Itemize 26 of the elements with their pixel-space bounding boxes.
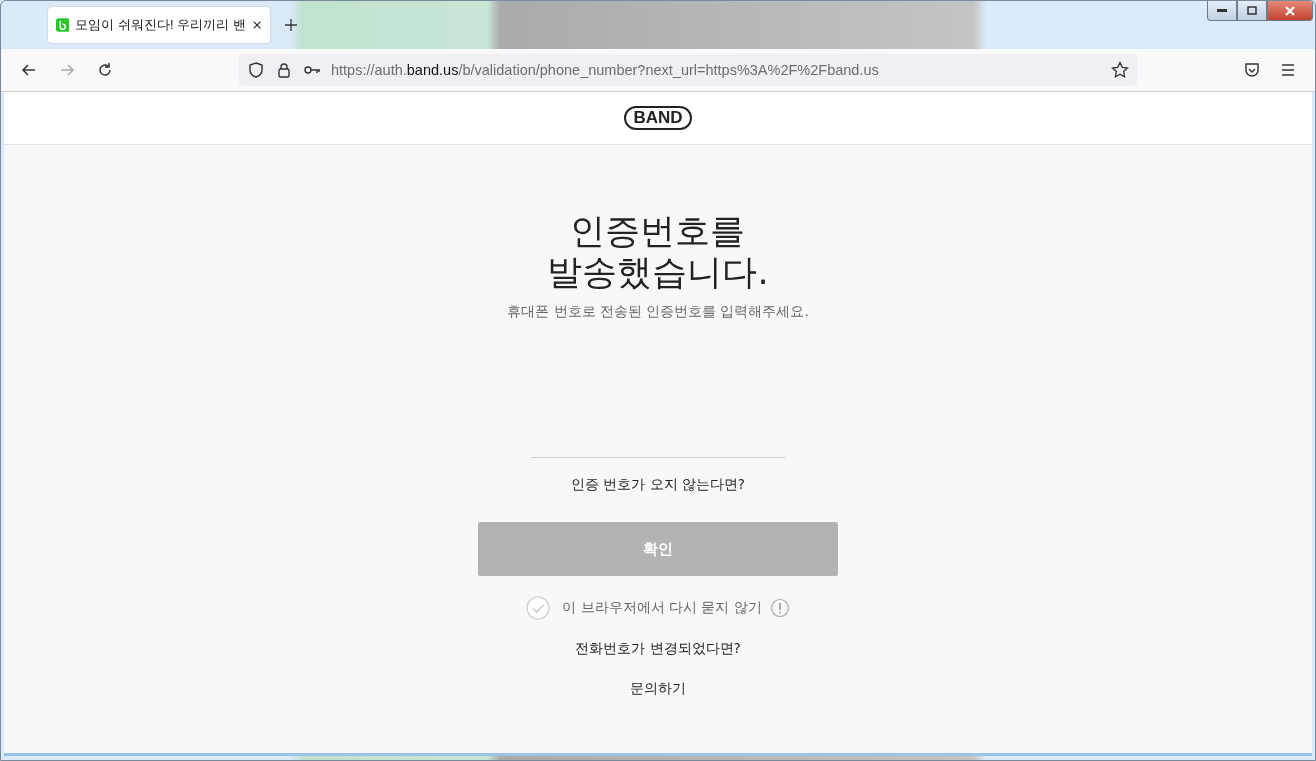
- maximize-icon: [1247, 6, 1257, 15]
- tab-title: 모임이 쉬워진다! 우리끼리 밴: [75, 16, 246, 34]
- minimize-button[interactable]: [1207, 1, 1237, 21]
- close-icon[interactable]: [251, 19, 262, 31]
- menu-icon[interactable]: [1279, 61, 1297, 79]
- close-button[interactable]: [1267, 1, 1313, 21]
- close-icon: [1284, 5, 1296, 16]
- pocket-icon[interactable]: [1243, 61, 1261, 79]
- contact-link[interactable]: 문의하기: [630, 680, 686, 698]
- new-tab-icon[interactable]: [284, 18, 298, 32]
- url-text: https://auth.band.us/b/validation/phone_number?next_url=https%3A%2F%2Fband.us: [331, 62, 880, 78]
- maximize-button[interactable]: [1237, 1, 1267, 21]
- shield-icon[interactable]: [247, 61, 265, 79]
- lock-icon[interactable]: [275, 61, 293, 79]
- star-icon[interactable]: [1111, 61, 1129, 79]
- band-logo-icon: [56, 17, 70, 33]
- page-title: 인증번호를 발송했습니다.: [547, 211, 769, 293]
- address-bar[interactable]: https://auth.band.us/b/validation/phone_number?next_url=https%3A%2F%2Fband.us: [239, 54, 1137, 86]
- minimize-icon: [1217, 8, 1227, 13]
- checkbox-label: 이 브라우저에서 다시 묻지 않기: [562, 599, 762, 617]
- band-logo[interactable]: BAND: [624, 106, 692, 130]
- checkbox[interactable]: [526, 596, 551, 620]
- subtitle: 휴대폰 번호로 전송된 인증번호를 입력해주세요.: [507, 303, 809, 321]
- no-code-link[interactable]: 인증 번호가 오지 않는다면?: [570, 476, 745, 494]
- phone-changed-link[interactable]: 전화번호가 변경되었다면?: [575, 640, 741, 658]
- browser-tab[interactable]: 모임이 쉬워진다! 우리끼리 밴: [48, 7, 270, 43]
